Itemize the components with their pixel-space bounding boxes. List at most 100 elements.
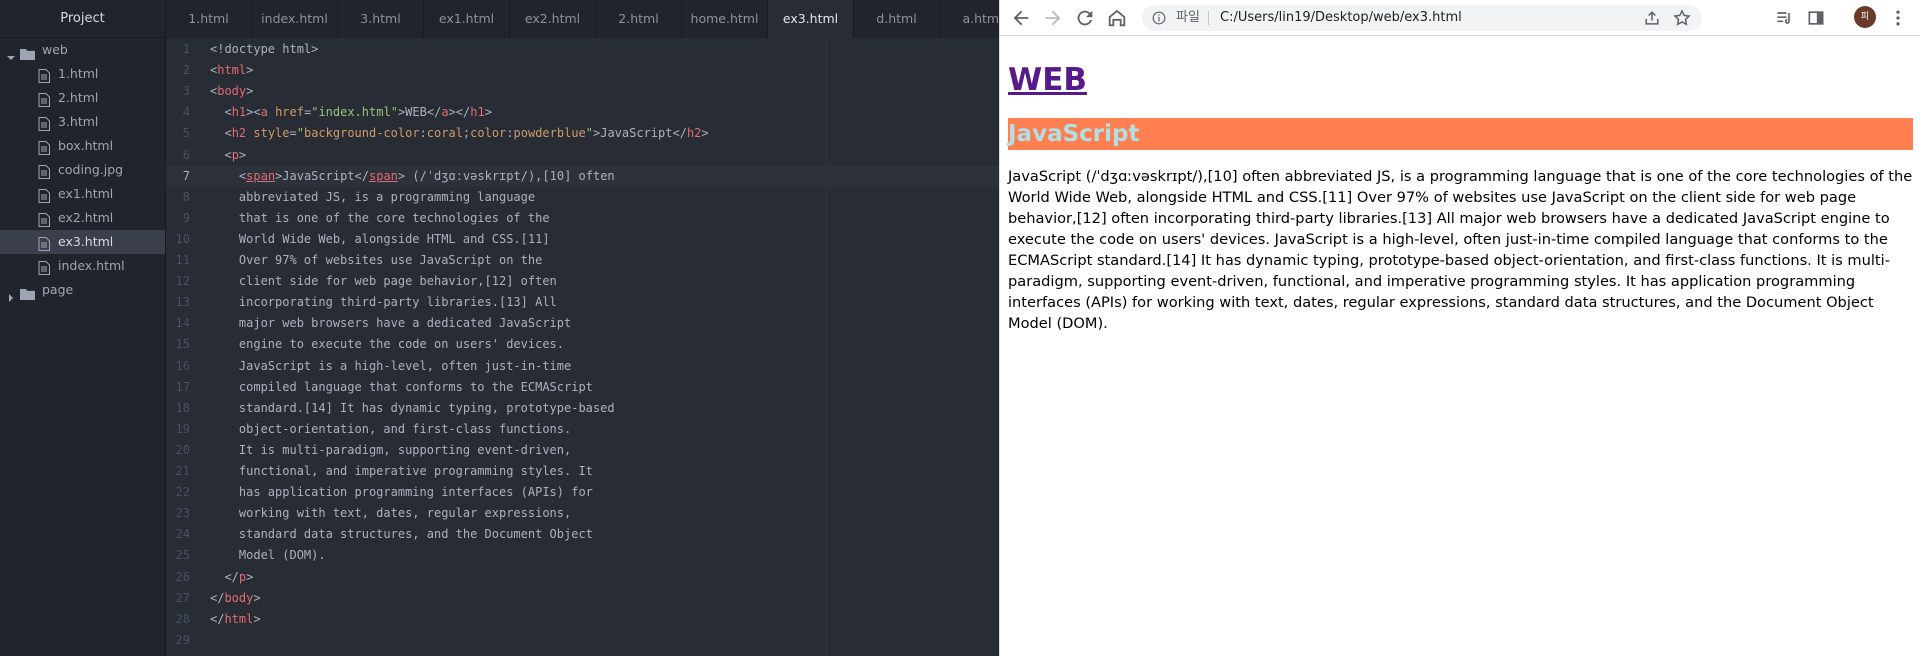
code-line[interactable]: <html>	[210, 63, 253, 77]
omnibox-divider	[1208, 11, 1209, 25]
web-link[interactable]: WEB	[1008, 62, 1087, 98]
home-icon[interactable]	[1106, 7, 1128, 29]
code-line[interactable]: incorporating third-party libraries.[13]…	[210, 295, 557, 309]
file-icon	[38, 91, 50, 107]
code-line[interactable]: client side for web page behavior,[12] o…	[210, 274, 557, 288]
avatar[interactable]: 피	[1854, 6, 1876, 28]
file-icon	[38, 139, 50, 155]
star-icon[interactable]	[1672, 8, 1692, 28]
tree-item-coding-jpg[interactable]: coding.jpg	[0, 158, 165, 182]
line-number: 1	[182, 42, 190, 56]
reload-icon[interactable]	[1074, 7, 1096, 29]
site-info-label[interactable]: 파일	[1176, 5, 1200, 31]
code-line[interactable]: <!doctype html>	[210, 42, 318, 56]
tree-item-label: page	[42, 282, 74, 297]
tree-item-label: coding.jpg	[58, 162, 124, 177]
code-line[interactable]: <span>JavaScript</span> (/ˈdʒɑːvəskrɪpt/…	[210, 169, 615, 183]
tab-ex3-html[interactable]: ex3.html	[768, 0, 854, 38]
tab-3-html[interactable]: 3.html	[338, 0, 424, 38]
browser-window: 파일 C:/Users/lin19/Desktop/web/ex3.html 피…	[999, 0, 1920, 656]
tab-ex1-html[interactable]: ex1.html	[424, 0, 510, 38]
code-line[interactable]: working with text, dates, regular expres…	[210, 506, 571, 520]
line-number: 13	[175, 295, 190, 310]
screen: Project web 1.html 2.html 3.html box.html cod…	[0, 0, 1920, 656]
line-number: 20	[175, 442, 190, 457]
share-icon[interactable]	[1642, 8, 1662, 28]
project-sidebar: Project web 1.html 2.html 3.html box.html cod…	[0, 0, 166, 656]
line-number: 6	[182, 147, 190, 162]
code-line[interactable]: engine to execute the code on users' dev…	[210, 337, 564, 351]
file-icon	[38, 115, 50, 131]
code-line[interactable]: functional, and imperative programming s…	[210, 464, 593, 478]
code-line[interactable]: compiled language that conforms to the E…	[210, 380, 593, 394]
code-line[interactable]: </html>	[210, 612, 261, 626]
url-text[interactable]: C:/Users/lin19/Desktop/web/ex3.html	[1220, 5, 1462, 31]
code-line[interactable]: standard.[14] It has dynamic typing, pro…	[210, 401, 615, 415]
file-tree: web 1.html 2.html 3.html box.html coding.jpg e…	[0, 38, 165, 302]
more-vert-icon[interactable]	[1888, 8, 1908, 28]
address-bar[interactable]: 파일 C:/Users/lin19/Desktop/web/ex3.html	[1142, 5, 1702, 31]
file-icon	[38, 187, 50, 203]
tree-item-3-html[interactable]: 3.html	[0, 110, 165, 134]
tree-item-web[interactable]: web	[0, 38, 165, 62]
code-editor-window: Project web 1.html 2.html 3.html box.html cod…	[0, 0, 1026, 656]
reading-list-icon[interactable]	[1774, 8, 1794, 28]
code-line[interactable]: that is one of the core technologies of …	[210, 211, 550, 225]
javascript-paragraph: JavaScript (/ˈdʒɑːvəskrɪpt/),[10] often …	[1008, 168, 1913, 332]
tree-item-1-html[interactable]: 1.html	[0, 62, 165, 86]
chevron-right-icon[interactable]	[7, 286, 15, 302]
code-line[interactable]: standard data structures, and the Docume…	[210, 527, 593, 541]
code-line[interactable]: has application programming interfaces (…	[210, 485, 593, 499]
tree-item-box-html[interactable]: box.html	[0, 134, 165, 158]
code-line[interactable]: <body>	[210, 84, 253, 98]
tree-item-label: ex2.html	[58, 210, 114, 225]
code-line[interactable]: JavaScript is a high-level, often just-i…	[210, 359, 571, 373]
code-line[interactable]: <h1><a href="index.html">WEB</a></h1>	[210, 105, 491, 119]
code-line[interactable]: abbreviated JS, is a programming languag…	[210, 190, 535, 204]
arrow-left-icon[interactable]	[1010, 7, 1032, 29]
code-line[interactable]: Over 97% of websites use JavaScript on t…	[210, 253, 542, 267]
code-line[interactable]: Model (DOM).	[210, 548, 326, 562]
javascript-heading: JavaScript	[1008, 118, 1913, 150]
tree-item-label: 3.html	[58, 114, 99, 129]
code-line[interactable]: major web browsers have a dedicated Java…	[210, 316, 571, 330]
code-area[interactable]: 1 <!doctype html> 2 <html> 3 <body> 4 <h1><a h…	[166, 38, 999, 656]
tab-index-html[interactable]: index.html	[252, 0, 338, 38]
side-panel-icon[interactable]	[1806, 8, 1826, 28]
chevron-down-icon[interactable]	[7, 46, 15, 60]
tree-item-label: index.html	[58, 258, 125, 273]
tab-d-html[interactable]: d.html	[854, 0, 940, 38]
page-heading: WEB	[1008, 62, 1913, 98]
line-number: 18	[175, 400, 190, 415]
tab-home-html[interactable]: home.html	[682, 0, 768, 38]
info-icon[interactable]	[1152, 11, 1166, 25]
tree-item-label: ex3.html	[58, 234, 114, 249]
code-line[interactable]: </p>	[210, 570, 253, 584]
file-icon	[38, 235, 50, 251]
code-line[interactable]: object-orientation, and first-class func…	[210, 422, 571, 436]
line-number: 29	[175, 632, 190, 647]
browser-toolbar: 파일 C:/Users/lin19/Desktop/web/ex3.html 피	[1000, 0, 1920, 36]
line-number: 4	[182, 105, 190, 120]
tree-item-index-html[interactable]: index.html	[0, 254, 165, 278]
line-number: 7	[182, 168, 190, 183]
tree-item-page[interactable]: page	[0, 278, 165, 302]
code-line[interactable]: World Wide Web, alongside HTML and CSS.[…	[210, 232, 550, 246]
tab-1-html[interactable]: 1.html	[166, 0, 252, 38]
tree-item-ex3-html[interactable]: ex3.html	[0, 230, 165, 254]
arrow-right-icon[interactable]	[1042, 7, 1064, 29]
code-line[interactable]: <h2 style="background-color:coral;color:…	[210, 126, 708, 140]
wrap-guide	[826, 38, 827, 656]
tree-item-ex2-html[interactable]: ex2.html	[0, 206, 165, 230]
tree-item-label: 1.html	[58, 66, 99, 81]
code-line[interactable]: <p>	[210, 148, 246, 162]
tree-item-2-html[interactable]: 2.html	[0, 86, 165, 110]
tree-item-label: web	[42, 42, 68, 57]
rendered-page: WEB JavaScript JavaScript (/ˈdʒɑːvəskrɪp…	[1008, 48, 1913, 334]
code-line[interactable]: </body>	[210, 591, 261, 605]
tab-ex2-html[interactable]: ex2.html	[510, 0, 596, 38]
tree-item-ex1-html[interactable]: ex1.html	[0, 182, 165, 206]
file-icon	[38, 211, 50, 227]
tab-2-html[interactable]: 2.html	[596, 0, 682, 38]
code-line[interactable]: It is multi-paradigm, supporting event-d…	[210, 443, 571, 457]
